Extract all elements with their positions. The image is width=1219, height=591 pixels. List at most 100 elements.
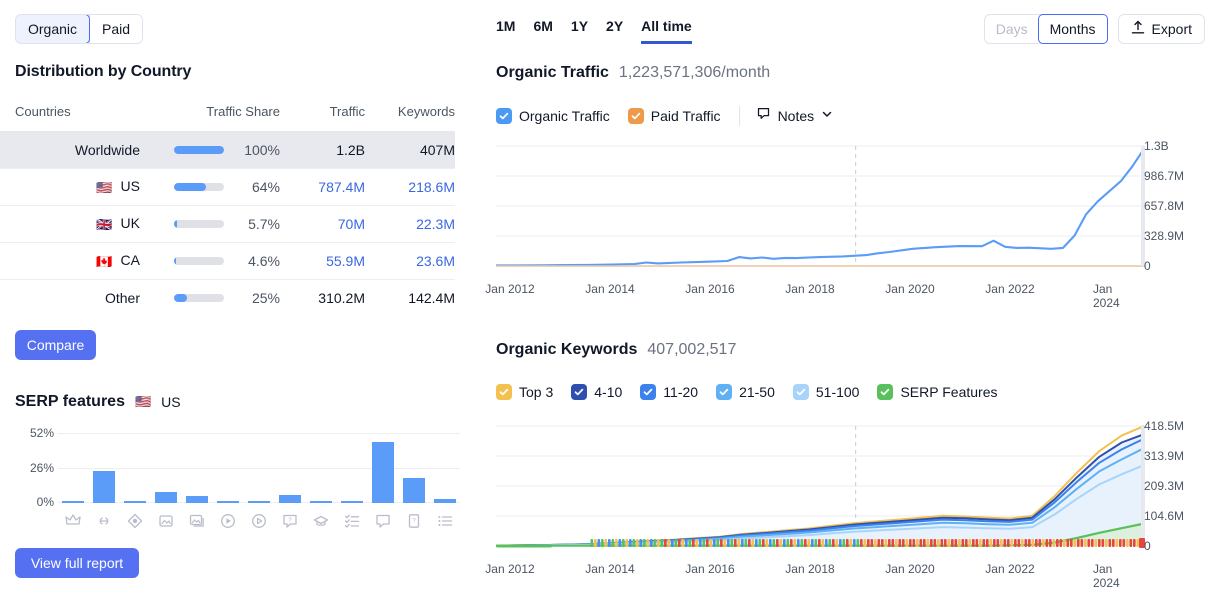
- x-axis-tick: Jan 2014: [585, 282, 635, 296]
- video-preview-icon[interactable]: [244, 512, 275, 530]
- serp-bar[interactable]: [151, 433, 182, 503]
- legend-item-paid-traffic[interactable]: Paid Traffic: [627, 108, 721, 124]
- y-axis-tick: 313.9M: [1144, 449, 1185, 463]
- x-axis-tick: Jan 2016: [685, 562, 735, 576]
- export-button[interactable]: Export: [1117, 14, 1205, 44]
- legend-label: Top 3: [519, 384, 554, 400]
- traffic-cell: 1.2B: [280, 131, 365, 169]
- traffic-cell[interactable]: 787.4M: [280, 168, 365, 206]
- thumbnail-icon[interactable]: [182, 512, 213, 530]
- discussions-icon[interactable]: [367, 512, 398, 530]
- serp-bar[interactable]: [367, 433, 398, 503]
- x-axis-tick: Jan 2024: [1093, 282, 1120, 310]
- y-axis-tick: 657.8M: [1144, 199, 1185, 213]
- range-tab-all-time[interactable]: All time: [641, 18, 692, 44]
- organic-keywords-title: Organic Keywords: [496, 341, 638, 358]
- view-full-report-button[interactable]: View full report: [15, 548, 139, 578]
- serp-bar[interactable]: [244, 433, 275, 503]
- legend-item-organic-traffic[interactable]: Organic Traffic: [496, 108, 610, 124]
- organic-keywords-value: 407,002,517: [647, 341, 737, 358]
- serp-country-flag-icon: 🇺🇸: [134, 394, 152, 409]
- serp-bar[interactable]: [336, 433, 367, 503]
- traffic-mode-toggle[interactable]: Organic Paid: [15, 14, 144, 44]
- shopping-icon[interactable]: ?: [398, 512, 429, 530]
- share-bar-track: [174, 146, 224, 154]
- traffic-cell[interactable]: 70M: [280, 205, 365, 243]
- keywords-cell[interactable]: 218.6M: [365, 168, 455, 206]
- serp-bar[interactable]: [305, 433, 336, 503]
- traffic-cell: 310.2M: [280, 279, 365, 317]
- time-range-tabs[interactable]: 1M 6M 1Y 2Y All time: [496, 18, 692, 44]
- serp-bar[interactable]: [398, 433, 429, 503]
- left-panel: Organic Paid Distribution by Country Cou…: [0, 0, 470, 591]
- serp-features-chart: 52% 26% 0% ??: [10, 426, 465, 538]
- country-label: Other: [104, 290, 140, 307]
- traffic-share-cell: 64%: [140, 168, 280, 206]
- range-tab-1m[interactable]: 1M: [496, 18, 515, 44]
- legend-item-top-3[interactable]: Top 3: [496, 384, 553, 400]
- image-pack-icon[interactable]: [151, 512, 182, 530]
- table-row[interactable]: Worldwide 100% 1.2B 407M: [0, 131, 455, 169]
- x-axis-tick: Jan 2016: [685, 282, 735, 296]
- sitelinks-icon[interactable]: [89, 512, 120, 530]
- x-axis: Jan 2012 Jan 2014 Jan 2016 Jan 2018 Jan 2020…: [485, 562, 1144, 590]
- organic-traffic-chart: 0 328.9M 657.8M 986.7M 1.3B Jan 2012 Jan 2014 J…: [485, 138, 1196, 310]
- legend-item-21-50[interactable]: 21-50: [716, 384, 775, 400]
- serp-bar[interactable]: [58, 433, 89, 503]
- serp-bar[interactable]: [274, 433, 305, 503]
- serp-bar[interactable]: [182, 433, 213, 503]
- legend-label: 21-50: [739, 384, 775, 400]
- keywords-cell[interactable]: 23.6M: [365, 242, 455, 280]
- x-axis-tick: Jan 2022: [985, 562, 1035, 576]
- serp-bar[interactable]: [213, 433, 244, 503]
- list-icon[interactable]: [429, 512, 460, 530]
- traffic-share-cell: 4.6%: [140, 242, 280, 280]
- mode-paid-button[interactable]: Paid: [90, 15, 143, 43]
- share-percent: 5.7%: [248, 216, 280, 232]
- table-row[interactable]: 🇺🇸 US 64% 787.4M 218.6M: [0, 168, 455, 206]
- knowledge-panel-icon[interactable]: [120, 512, 151, 530]
- keywords-cell: 142.4M: [365, 279, 455, 317]
- video-icon[interactable]: [213, 512, 244, 530]
- legend-item-11-20[interactable]: 11-20: [640, 384, 698, 400]
- granularity-toggle[interactable]: Days Months: [983, 14, 1108, 44]
- organic-keywords-plot: [496, 425, 1145, 548]
- compare-button[interactable]: Compare: [15, 330, 96, 360]
- y-axis-tick: 0: [1144, 259, 1151, 273]
- people-also-ask-icon[interactable]: ?: [274, 512, 305, 530]
- keywords-cell[interactable]: 22.3M: [365, 205, 455, 243]
- range-tab-2y[interactable]: 2Y: [606, 18, 623, 44]
- legend-item-4-10[interactable]: 4-10: [571, 384, 622, 400]
- chart-controls: Days Months Export: [983, 14, 1205, 44]
- range-tab-1y[interactable]: 1Y: [571, 18, 588, 44]
- table-row[interactable]: 🇬🇧 UK 5.7% 70M 22.3M: [0, 205, 455, 243]
- serp-bar[interactable]: [429, 433, 460, 503]
- keywords-cell: 407M: [365, 131, 455, 169]
- country-cell: 🇨🇦 CA: [0, 242, 140, 280]
- traffic-cell[interactable]: 55.9M: [280, 242, 365, 280]
- col-traffic-share: Traffic Share: [206, 104, 280, 119]
- notes-dropdown[interactable]: Notes: [756, 106, 834, 126]
- granularity-days-button[interactable]: Days: [985, 15, 1039, 43]
- country-cell: Other: [0, 279, 140, 317]
- share-bar-track: [174, 257, 224, 265]
- mode-organic-button[interactable]: Organic: [16, 15, 91, 43]
- y-axis-tick: 328.9M: [1144, 229, 1185, 243]
- table-row[interactable]: 🇨🇦 CA 4.6% 55.9M 23.6M: [0, 242, 455, 280]
- col-countries: Countries: [15, 104, 71, 119]
- serp-y-tick: 26%: [29, 461, 54, 475]
- x-axis-tick: Jan 2020: [885, 562, 935, 576]
- table-row[interactable]: Other 25% 310.2M 142.4M: [0, 279, 455, 317]
- legend-label: 11-20: [663, 384, 699, 400]
- serp-bar[interactable]: [89, 433, 120, 503]
- legend-item-51-100[interactable]: 51-100: [792, 384, 859, 400]
- faq-icon[interactable]: [336, 512, 367, 530]
- country-cell: 🇬🇧 UK: [0, 205, 140, 243]
- featured-snippet-icon[interactable]: [58, 512, 89, 530]
- serp-bar[interactable]: [120, 433, 151, 503]
- country-distribution-table: Countries Traffic Share Traffic Keywords…: [0, 100, 455, 317]
- top-stories-icon[interactable]: [305, 512, 336, 530]
- granularity-months-button[interactable]: Months: [1037, 14, 1108, 44]
- legend-item-serp-features[interactable]: SERP Features: [877, 384, 997, 400]
- range-tab-6m[interactable]: 6M: [533, 18, 552, 44]
